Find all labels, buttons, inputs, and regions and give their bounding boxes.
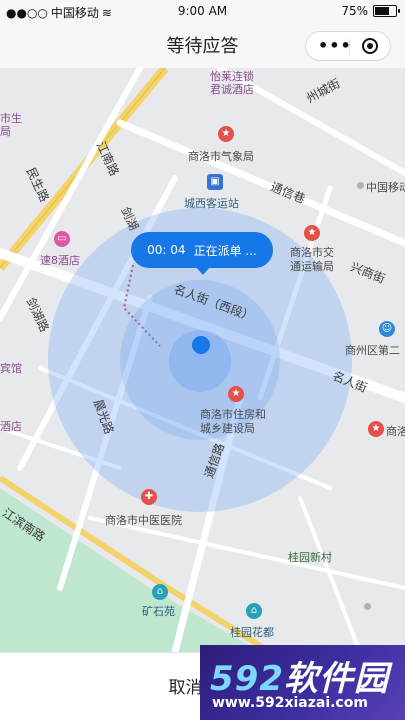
poi-star-icon[interactable]: ★ xyxy=(228,386,244,402)
map-label: 商洛 xyxy=(386,425,405,438)
battery-cap xyxy=(398,9,400,13)
poi-star-icon[interactable]: ★ xyxy=(304,225,320,241)
poi-dot-icon xyxy=(357,182,364,189)
dispatch-status-text: 正在派单 ... xyxy=(193,243,257,258)
poi-person-icon[interactable]: ☺ xyxy=(379,321,395,337)
watermark-logo-text: 592软件园 xyxy=(210,659,389,699)
poi-residential-icon[interactable]: ⌂ xyxy=(152,584,168,600)
map-label: 酒店 xyxy=(0,420,22,433)
dispatch-status-bubble: 00: 04 正在派单 ... xyxy=(131,232,273,268)
mini-program-capsule: ••• xyxy=(305,31,391,61)
map-label: 局 xyxy=(0,125,11,138)
watermark-url: www.592xiazai.com xyxy=(212,695,368,711)
poi-star-icon[interactable]: ★ xyxy=(218,126,234,142)
map-label: 矿石苑 xyxy=(142,605,175,618)
map-view[interactable]: ★ ▣ ▭ ★ ☺ ★ ★ ✚ ⌂ ⌂ 怡莱连锁 君诚酒店 州城街 市生 局 商… xyxy=(0,68,405,652)
watermark-logo: 592软件园 www.592xiazai.com xyxy=(200,645,405,720)
capsule-divider xyxy=(349,39,350,55)
hospital-icon[interactable]: ✚ xyxy=(141,489,157,505)
map-label: 宾馆 xyxy=(0,362,22,375)
map-label: 桂园新村 xyxy=(288,551,332,564)
battery-percent: 75% xyxy=(341,4,368,18)
hotel-icon[interactable]: ▭ xyxy=(54,231,70,247)
current-location-dot xyxy=(192,336,210,354)
more-icon[interactable]: ••• xyxy=(318,38,352,54)
map-label: 通运输局 xyxy=(290,260,334,273)
poi-dot-icon xyxy=(364,603,371,610)
map-label: 商洛市气象局 xyxy=(188,150,254,163)
map-label: 商州区第二 xyxy=(345,344,400,357)
map-label: 商洛市中医医院 xyxy=(105,514,182,527)
map-label: 速8酒店 xyxy=(40,254,80,267)
poi-residential-icon[interactable]: ⌂ xyxy=(246,603,262,619)
map-label: 城西客运站 xyxy=(184,197,239,210)
nav-bar: 等待应答 ••• xyxy=(0,22,405,68)
street-b xyxy=(88,516,405,590)
battery-icon xyxy=(373,5,400,17)
map-label: 桂园花都 xyxy=(230,626,274,639)
map-label: 君诚酒店 xyxy=(210,83,254,96)
status-bar: ●●○○ 中国移动 ≋ 9:00 AM 75% xyxy=(0,0,405,22)
battery-fill xyxy=(375,7,389,15)
bubble-tail xyxy=(196,267,210,275)
dispatch-timer: 00: 04 xyxy=(147,243,186,257)
poi-star-icon[interactable]: ★ xyxy=(368,421,384,437)
map-label: 城乡建设局 xyxy=(200,422,255,435)
bus-station-icon[interactable]: ▣ xyxy=(207,174,223,190)
status-right: 75% xyxy=(341,4,400,18)
close-mini-program-icon[interactable] xyxy=(362,38,378,54)
map-label: 中国移动 xyxy=(366,181,405,194)
